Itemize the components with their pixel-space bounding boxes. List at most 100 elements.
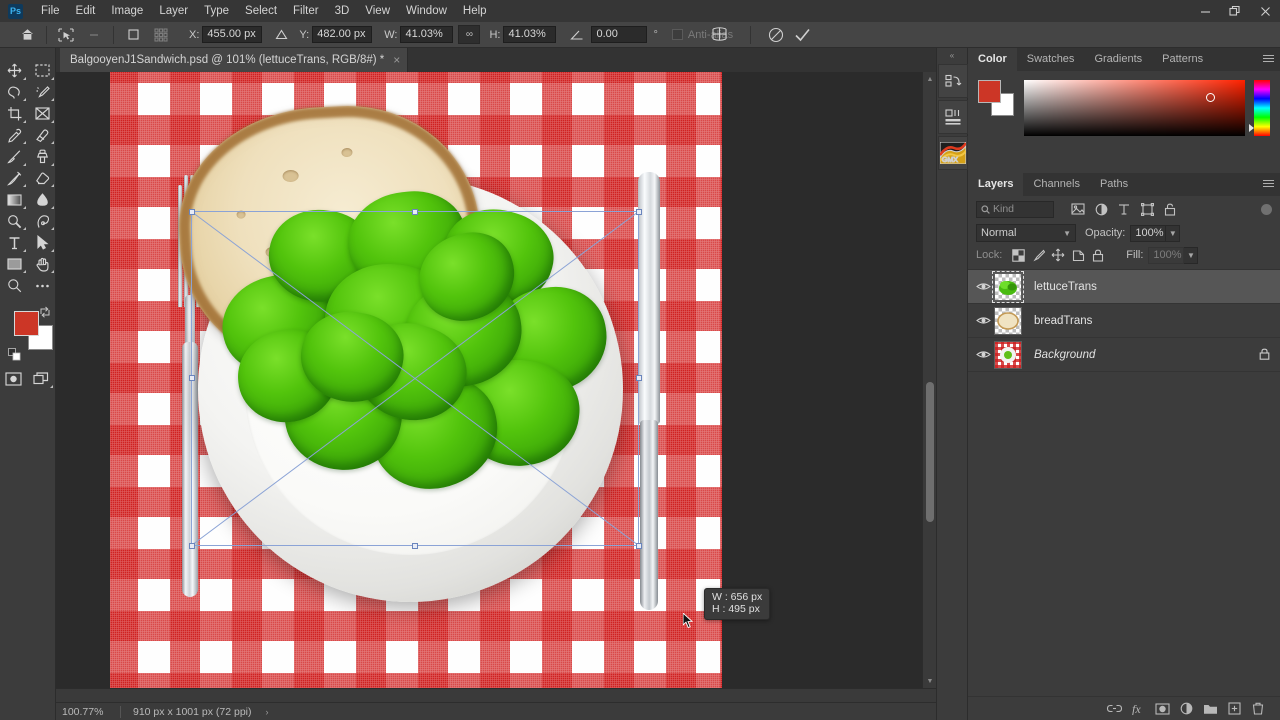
gradient-tool[interactable] (0, 189, 28, 211)
color-picker-field[interactable] (1023, 80, 1246, 136)
hue-slider-marker[interactable] (1249, 124, 1255, 132)
frame-tool[interactable] (28, 103, 56, 125)
canvas-area[interactable]: W : 656 px H : 495 px ▲ ▼ (56, 72, 936, 702)
new-adjustment-layer-icon[interactable] (1174, 698, 1198, 720)
screen-mode-icon[interactable] (28, 369, 56, 391)
quick-selection-tool[interactable] (28, 82, 56, 104)
menu-image[interactable]: Image (103, 0, 151, 22)
fill-input[interactable]: 100% (1148, 246, 1185, 264)
menu-edit[interactable]: Edit (68, 0, 104, 22)
rectangular-marquee-tool[interactable] (28, 60, 56, 82)
layer-thumbnail[interactable] (994, 306, 1022, 335)
swap-colors-icon[interactable] (39, 306, 51, 318)
blur-tool[interactable] (28, 189, 56, 211)
menu-view[interactable]: View (357, 0, 398, 22)
add-layer-mask-icon[interactable] (1150, 698, 1174, 720)
layer-visibility-icon[interactable] (972, 281, 994, 292)
tab-paths[interactable]: Paths (1090, 173, 1138, 196)
lock-transparent-pixels-icon[interactable] (1008, 246, 1028, 264)
scroll-up-icon[interactable]: ▲ (923, 72, 936, 86)
menu-3d[interactable]: 3D (327, 0, 358, 22)
crop-tool[interactable] (0, 103, 28, 125)
brush-tool[interactable] (0, 146, 28, 168)
tab-gradients[interactable]: Gradients (1084, 48, 1152, 71)
layer-thumbnail[interactable] (992, 270, 1024, 303)
menu-type[interactable]: Type (196, 0, 237, 22)
filter-enable-toggle[interactable] (1261, 203, 1272, 215)
zoom-level[interactable]: 100.77% (56, 706, 120, 718)
layer-visibility-icon[interactable] (972, 349, 994, 360)
layer-name[interactable]: breadTrans (1034, 315, 1092, 327)
scroll-down-icon[interactable]: ▼ (923, 674, 936, 688)
delete-layer-icon[interactable] (1246, 698, 1270, 720)
lock-all-icon[interactable] (1088, 246, 1108, 264)
document-tab[interactable]: BalgooyenJ1Sandwich.psd @ 101% (lettuceT… (60, 48, 409, 72)
home-icon[interactable] (14, 24, 40, 46)
commit-transform-icon[interactable] (789, 24, 815, 46)
rectangle-tool[interactable] (0, 254, 28, 276)
layer-name[interactable]: lettuceTrans (1034, 281, 1097, 293)
color-picker-marker[interactable] (1205, 93, 1215, 102)
filter-pixel-icon[interactable] (1068, 199, 1088, 219)
reference-point-grid-icon[interactable] (148, 24, 174, 46)
height-input[interactable]: 41.03% (503, 26, 557, 43)
new-layer-icon[interactable] (1222, 698, 1246, 720)
history-panel-icon[interactable] (938, 64, 968, 98)
transform-options-icon[interactable] (81, 24, 107, 46)
close-icon[interactable] (1250, 0, 1280, 22)
eyedropper-tool[interactable] (0, 125, 28, 147)
menu-help[interactable]: Help (455, 0, 495, 22)
layer-thumbnail[interactable] (994, 340, 1022, 369)
gmx-panel-icon[interactable]: GMX (938, 136, 968, 170)
layer-filter-kind-select[interactable]: Kind (976, 200, 1054, 218)
new-group-icon[interactable] (1198, 698, 1222, 720)
canvas-vertical-scrollbar[interactable]: ▲ ▼ (922, 72, 936, 702)
opacity-chevron-down-icon[interactable]: ▼ (1166, 224, 1181, 242)
vertical-scroll-thumb[interactable] (926, 382, 934, 522)
link-layers-icon[interactable] (1102, 698, 1126, 720)
rail-collapse-icon[interactable]: « (937, 48, 967, 62)
layer-row-lettuceTrans[interactable]: lettuceTrans (968, 270, 1280, 304)
y-input[interactable]: 482.00 px (312, 26, 373, 43)
width-input[interactable]: 41.03% (400, 26, 454, 43)
dodge-tool[interactable] (0, 211, 28, 233)
history-brush-tool[interactable] (0, 168, 28, 190)
properties-panel-icon[interactable] (938, 100, 968, 134)
layer-style-fx-icon[interactable]: fx (1126, 698, 1150, 720)
path-selection-tool[interactable] (28, 232, 56, 254)
layer-locked-icon[interactable] (1259, 348, 1270, 363)
antialias-box[interactable] (671, 29, 683, 40)
filter-type-icon[interactable] (1114, 199, 1134, 219)
cancel-transform-icon[interactable] (763, 24, 789, 46)
type-tool[interactable] (0, 232, 28, 254)
panel-menu-icon[interactable] (1263, 180, 1274, 189)
warp-icon[interactable] (706, 24, 732, 46)
default-colors-icon[interactable] (8, 347, 21, 361)
filter-smart-object-icon[interactable] (1160, 199, 1180, 219)
fill-chevron-down-icon[interactable]: ▼ (1184, 246, 1199, 264)
document-canvas[interactable] (110, 72, 722, 702)
tab-channels[interactable]: Channels (1023, 173, 1089, 196)
lock-artboard-nesting-icon[interactable] (1068, 246, 1088, 264)
layer-row-Background[interactable]: Background (968, 338, 1280, 372)
menu-layer[interactable]: Layer (151, 0, 196, 22)
edit-toolbar-tool[interactable] (28, 275, 56, 297)
angle-input[interactable]: 0.00 (591, 26, 648, 43)
move-tool[interactable] (0, 60, 28, 82)
layer-visibility-icon[interactable] (972, 315, 994, 326)
panel-menu-icon[interactable] (1263, 55, 1274, 64)
x-input[interactable]: 455.00 px (202, 26, 263, 43)
tab-layers[interactable]: Layers (968, 173, 1024, 196)
lock-position-icon[interactable] (1048, 246, 1068, 264)
menu-select[interactable]: Select (237, 0, 285, 22)
lasso-tool[interactable] (0, 82, 28, 104)
free-transform-icon[interactable] (53, 24, 79, 46)
tab-patterns[interactable]: Patterns (1152, 48, 1213, 71)
canvas-horizontal-scrollbar[interactable] (56, 688, 936, 702)
eraser-tool[interactable] (28, 168, 56, 190)
hand-tool[interactable] (28, 254, 56, 276)
menu-filter[interactable]: Filter (285, 0, 327, 22)
layer-name[interactable]: Background (1034, 349, 1095, 361)
layer-row-breadTrans[interactable]: breadTrans (968, 304, 1280, 338)
filter-adjustment-icon[interactable] (1091, 199, 1111, 219)
